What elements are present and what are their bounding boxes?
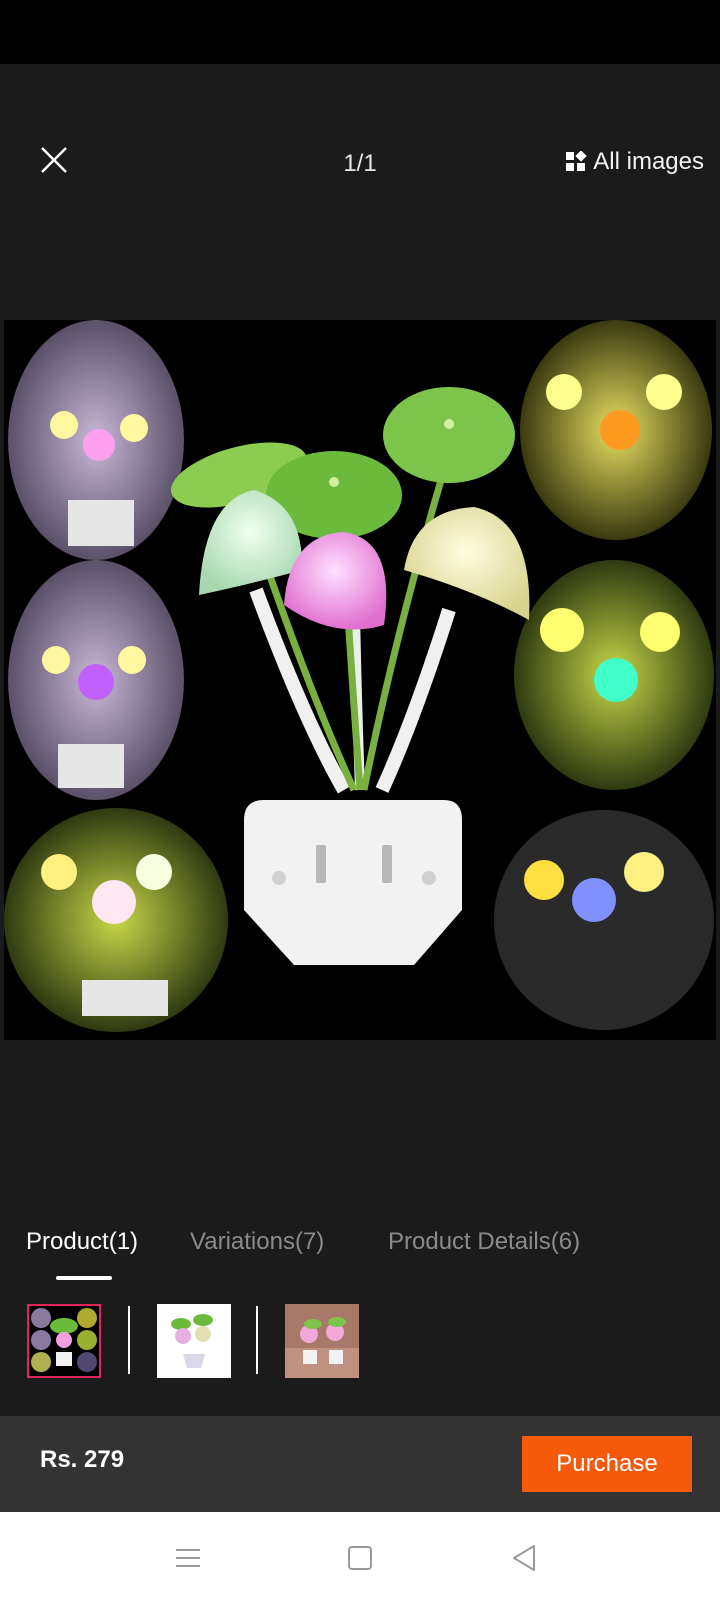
all-images-button[interactable]: All images xyxy=(565,144,704,180)
menu-button[interactable] xyxy=(172,1542,204,1574)
tab-variations[interactable]: Variations(7) xyxy=(190,1228,324,1256)
image-category-tabs: Product(1) Variations(7) Product Details… xyxy=(0,1220,720,1280)
thumbnail-white-lamp[interactable] xyxy=(157,1304,231,1378)
product-image[interactable] xyxy=(4,320,716,1040)
back-button[interactable] xyxy=(508,1542,540,1574)
status-bar xyxy=(0,0,720,64)
tab-product-details[interactable]: Product Details(6) xyxy=(388,1228,580,1256)
price: Rs. 279 xyxy=(40,1446,125,1473)
viewer-header: 1/1 All images xyxy=(0,64,720,320)
home-icon xyxy=(348,1546,372,1570)
menu-icon xyxy=(176,1549,200,1567)
back-icon xyxy=(513,1545,535,1571)
thumbnail-collage-image xyxy=(29,1306,99,1376)
purchase-button[interactable]: Purchase xyxy=(522,1436,692,1492)
thumbnail-collage[interactable] xyxy=(27,1304,101,1378)
purchase-bar: Rs. 279 Purchase xyxy=(0,1416,720,1512)
thumbnail-pink-lamps-room[interactable] xyxy=(285,1304,359,1378)
home-button[interactable] xyxy=(344,1542,376,1574)
thumbnail-separator xyxy=(128,1306,130,1374)
all-images-label: All images xyxy=(593,148,704,175)
thumbnail-strip xyxy=(0,1300,720,1380)
tab-product[interactable]: Product(1) xyxy=(26,1228,138,1256)
thumbnail-separator xyxy=(256,1306,258,1374)
product-photo-mushroom-lamps xyxy=(4,320,716,1040)
thumbnail-white-lamp-image xyxy=(157,1304,231,1378)
thumbnail-pink-lamps-room-image xyxy=(285,1304,359,1378)
system-navigation-bar xyxy=(0,1512,720,1600)
active-tab-indicator xyxy=(56,1276,112,1280)
grid-icon xyxy=(566,151,587,171)
